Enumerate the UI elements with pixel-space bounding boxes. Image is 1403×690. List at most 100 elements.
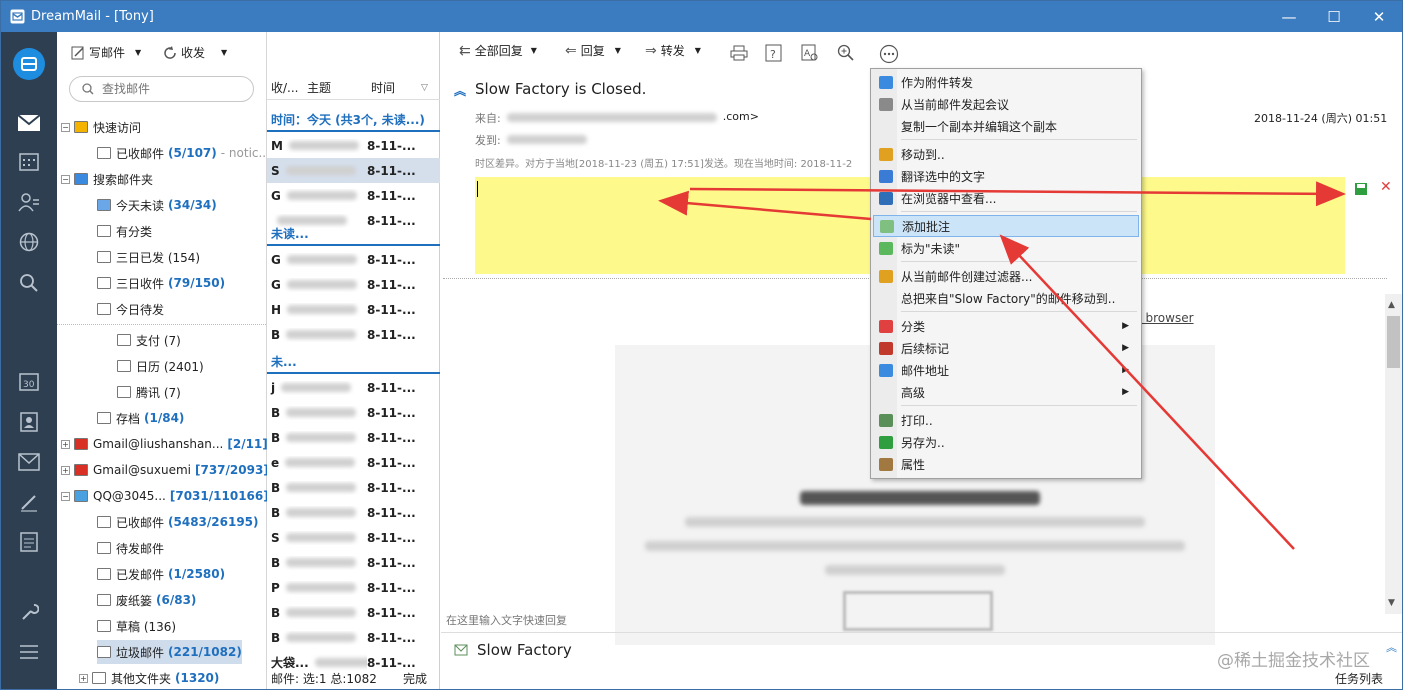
chevron-down-icon[interactable]: ▼: [695, 46, 701, 55]
chevron-down-icon[interactable]: ▼: [615, 46, 621, 55]
account-gmail-liushanshan[interactable]: + Gmail@liushanshan... [2/11]: [61, 432, 268, 456]
search-input[interactable]: [102, 82, 242, 96]
folder-search[interactable]: − 搜索邮件夹: [61, 167, 153, 191]
message-row[interactable]: H 8-11-...: [267, 297, 440, 322]
menu-item[interactable]: 添加批注: [873, 215, 1139, 237]
folder-qq-outbox[interactable]: 待发邮件: [97, 536, 164, 560]
minimize-button[interactable]: —: [1266, 1, 1312, 32]
menu-item[interactable]: 分类 ▶: [873, 315, 1139, 337]
pen-icon[interactable]: [1, 486, 57, 518]
view-in-browser-link[interactable]: t browser: [1137, 311, 1194, 325]
message-row[interactable]: G 8-11-...: [267, 247, 440, 272]
scroll-down-icon[interactable]: ▼: [1388, 598, 1395, 608]
search-icon[interactable]: [1, 267, 57, 299]
envelope-icon[interactable]: [1, 446, 57, 478]
message-row[interactable]: S 8-11-...: [267, 158, 440, 183]
folder-other[interactable]: + 其他文件夹 (1320): [79, 666, 219, 689]
more-options-icon[interactable]: [879, 44, 899, 64]
collapse-header-icon[interactable]: ︽: [454, 82, 466, 99]
folder-qq-spam[interactable]: 垃圾邮件 (221/1082): [97, 640, 242, 664]
menu-item[interactable]: 另存为..: [873, 431, 1139, 453]
from-tail[interactable]: .com>: [723, 110, 759, 126]
mail-logo-icon[interactable]: [1, 48, 57, 80]
scrollbar[interactable]: ▲ ▼: [1385, 294, 1402, 614]
collapse-icon[interactable]: −: [61, 491, 70, 501]
menu-item[interactable]: 从当前邮件创建过滤器...: [873, 265, 1139, 287]
column-subject[interactable]: 主题: [307, 79, 371, 96]
maximize-button[interactable]: ☐: [1311, 1, 1357, 32]
contact-card-icon[interactable]: [1, 406, 57, 438]
folder-received-3days[interactable]: 三日收件 (79/150): [97, 271, 225, 295]
send-receive-button[interactable]: 收发 ▼: [163, 44, 227, 61]
folder-payment[interactable]: 支付 (7): [117, 328, 181, 352]
group-header[interactable]: 时间：今天 (共3个, 未读...): [267, 108, 440, 132]
contacts-icon[interactable]: [1, 186, 57, 218]
folder-calendar[interactable]: 日历 (2401): [117, 354, 204, 378]
menu-item[interactable]: 在浏览器中查看...: [873, 187, 1139, 209]
menu-item[interactable]: 高级 ▶: [873, 381, 1139, 403]
message-row[interactable]: B 8-11-...: [267, 425, 440, 450]
message-row[interactable]: B 8-11-...: [267, 600, 440, 625]
folder-categorized[interactable]: 有分类: [97, 219, 152, 243]
message-row[interactable]: P 8-11-...: [267, 575, 440, 600]
account-qq[interactable]: − QQ@3045... [7031/110166]: [61, 484, 269, 508]
folder-inbox[interactable]: 已收邮件 (5/107) - notic...: [97, 141, 270, 165]
expand-icon[interactable]: +: [79, 673, 88, 683]
menu-item[interactable]: 复制一个副本并编辑这个副本: [873, 115, 1139, 137]
menu-item[interactable]: 标为"未读": [873, 237, 1139, 259]
close-window-button[interactable]: ✕: [1356, 1, 1402, 32]
message-row[interactable]: j 8-11-...: [267, 375, 440, 400]
message-row[interactable]: B 8-11-...: [267, 322, 440, 347]
collapse-icon[interactable]: −: [61, 122, 70, 132]
quick-reply-input[interactable]: 在这里输入文字快速回复: [446, 612, 567, 628]
folder-today-outbox[interactable]: 今日待发: [97, 297, 164, 321]
chevron-down-icon[interactable]: ▼: [221, 48, 227, 57]
message-row[interactable]: B 8-11-...: [267, 400, 440, 425]
menu-item[interactable]: 后续标记 ▶: [873, 337, 1139, 359]
reply-all-button[interactable]: ⇇ 全部回复 ▼: [459, 42, 537, 59]
menu-item[interactable]: 翻译选中的文字: [873, 165, 1139, 187]
folder-qq-sent[interactable]: 已发邮件 (1/2580): [97, 562, 225, 586]
menu-item[interactable]: 邮件地址 ▶: [873, 359, 1139, 381]
sort-icon[interactable]: ▽: [421, 83, 428, 93]
menu-item[interactable]: 属性: [873, 453, 1139, 475]
menu-icon[interactable]: [1, 636, 57, 668]
folder-quick-access[interactable]: − 快速访问: [61, 115, 141, 139]
collapse-icon[interactable]: −: [61, 174, 70, 184]
scroll-up-icon[interactable]: ▲: [1388, 300, 1395, 310]
inbox-icon[interactable]: [1, 107, 57, 139]
compose-button[interactable]: 写邮件 ▼: [71, 44, 141, 61]
save-annotation-icon[interactable]: [1354, 182, 1368, 196]
close-annotation-icon[interactable]: ✕: [1380, 179, 1392, 195]
folder-sent-3days[interactable]: 三日已发 (154): [97, 245, 200, 269]
text-size-icon[interactable]: A: [801, 44, 819, 62]
message-row[interactable]: e 8-11-...: [267, 450, 440, 475]
expand-icon[interactable]: +: [61, 465, 70, 475]
zoom-icon[interactable]: [837, 44, 855, 62]
print-icon[interactable]: [730, 45, 748, 61]
reply-button[interactable]: ⇐ 回复 ▼: [565, 42, 621, 59]
task-list-button[interactable]: 任务列表: [1335, 670, 1383, 687]
column-from[interactable]: 收/...: [267, 79, 307, 96]
scroll-thumb[interactable]: [1387, 316, 1400, 368]
notes-icon[interactable]: [1, 526, 57, 558]
group-header[interactable]: 未...: [267, 350, 440, 374]
search-box[interactable]: [69, 76, 254, 102]
folder-qq-trash[interactable]: 废纸篓 (6/83): [97, 588, 196, 612]
column-time[interactable]: 时间: [371, 79, 421, 96]
group-header[interactable]: 未读...: [267, 222, 440, 246]
folder-tencent[interactable]: 腾讯 (7): [117, 380, 181, 404]
chevron-down-icon[interactable]: ▼: [531, 46, 537, 55]
message-row[interactable]: S 8-11-...: [267, 525, 440, 550]
folder-today-unread[interactable]: 今天未读 (34/34): [97, 193, 217, 217]
menu-item[interactable]: 从当前邮件发起会议: [873, 93, 1139, 115]
message-row[interactable]: G 8-11-...: [267, 272, 440, 297]
expand-icon[interactable]: +: [61, 439, 70, 449]
chevron-down-icon[interactable]: ▼: [135, 48, 141, 57]
menu-item[interactable]: 移动到..: [873, 143, 1139, 165]
folder-archive[interactable]: 存档 (1/84): [97, 406, 184, 430]
help-icon[interactable]: ?: [765, 44, 782, 62]
wrench-icon[interactable]: [1, 595, 57, 627]
message-row[interactable]: B 8-11-...: [267, 500, 440, 525]
message-row[interactable]: M 8-11-...: [267, 133, 440, 158]
